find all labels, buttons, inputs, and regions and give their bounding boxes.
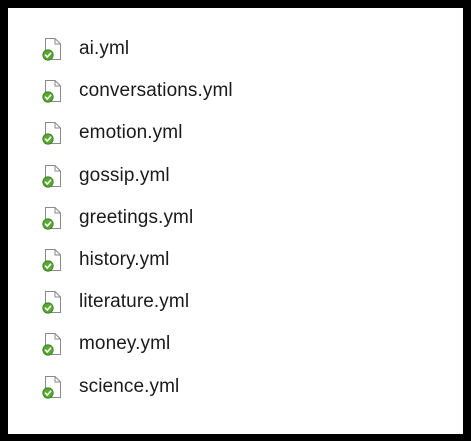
script-file-icon xyxy=(42,375,63,399)
script-file-icon xyxy=(42,248,63,272)
file-name: gossip.yml xyxy=(79,164,170,186)
file-name: emotion.yml xyxy=(79,122,183,144)
script-file-icon xyxy=(42,164,63,188)
file-name: conversations.yml xyxy=(79,80,233,102)
file-name: greetings.yml xyxy=(79,206,194,228)
file-explorer-panel: ai.yml conversations.yml emotion.yml gos… xyxy=(0,0,471,441)
file-name: science.yml xyxy=(79,375,180,397)
file-item-history[interactable]: history.yml xyxy=(42,239,233,281)
file-item-emotion[interactable]: emotion.yml xyxy=(42,112,233,154)
file-item-ai[interactable]: ai.yml xyxy=(42,28,233,70)
script-file-icon xyxy=(42,290,63,314)
file-name: money.yml xyxy=(79,333,171,355)
file-name: literature.yml xyxy=(79,291,190,313)
script-file-icon xyxy=(42,332,63,357)
script-file-icon xyxy=(42,121,63,146)
script-file-icon xyxy=(42,206,63,230)
file-name: ai.yml xyxy=(79,38,130,60)
file-item-greetings[interactable]: greetings.yml xyxy=(42,197,233,239)
file-item-science[interactable]: science.yml xyxy=(42,366,233,408)
script-file-icon xyxy=(42,37,63,61)
file-list: ai.yml conversations.yml emotion.yml gos… xyxy=(42,28,233,408)
file-name: history.yml xyxy=(79,249,170,271)
script-file-icon xyxy=(42,79,63,103)
file-item-money[interactable]: money.yml xyxy=(42,323,233,365)
file-item-gossip[interactable]: gossip.yml xyxy=(42,155,233,197)
file-item-conversations[interactable]: conversations.yml xyxy=(42,70,233,112)
file-item-literature[interactable]: literature.yml xyxy=(42,281,233,323)
